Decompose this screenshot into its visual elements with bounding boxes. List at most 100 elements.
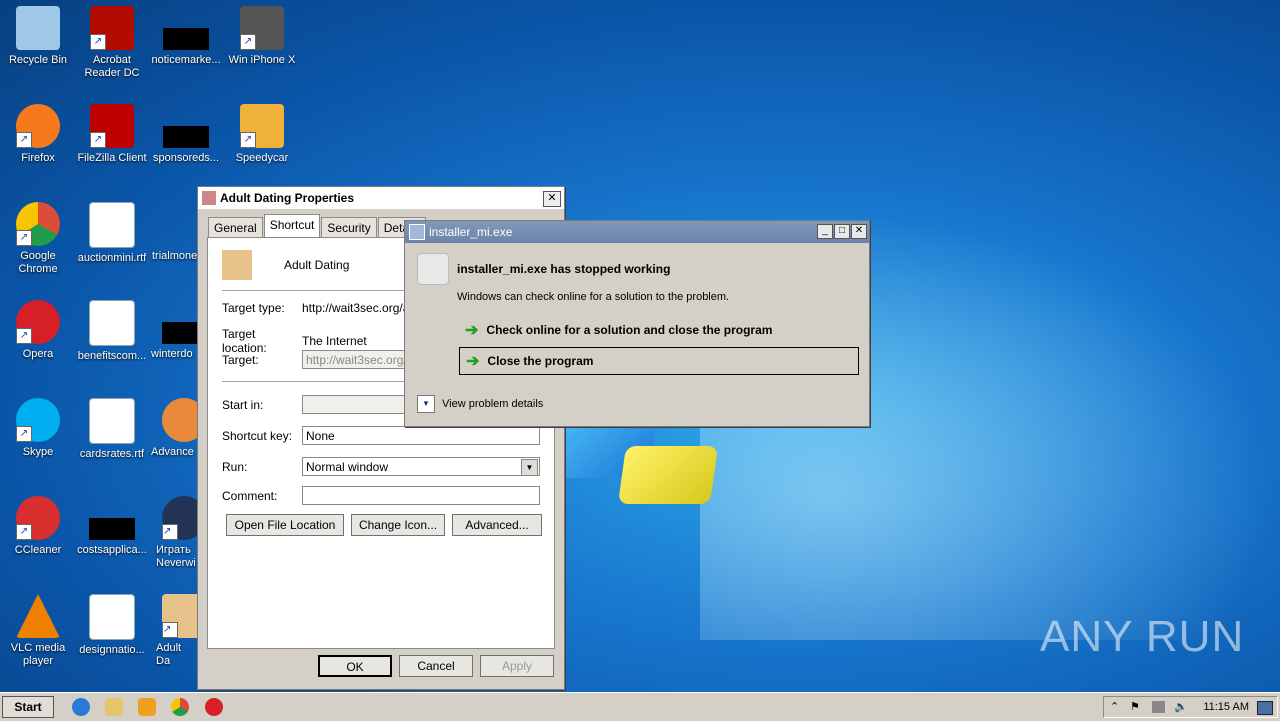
desktop-icon-cardsrates[interactable]: cardsrates.rtf [74,398,150,461]
program-stopped-dialog: installer_mi.exe _ □ ✕ installer_mi.exe … [404,220,870,427]
vlc-icon [16,594,60,638]
advanced-button[interactable]: Advanced... [452,514,542,536]
desktop-icon-costsapplica[interactable]: costsapplica... [74,496,150,557]
tab-security[interactable]: Security [321,217,377,238]
word-document-icon [89,202,135,248]
redacted-icon [163,28,209,50]
internet-explorer-icon[interactable] [72,698,90,716]
desktop-icon-win-iphone-x[interactable]: ↗ Win iPhone X [224,6,300,67]
desktop-icon-ccleaner[interactable]: ↗ CCleaner [0,496,76,557]
desktop-icon-skype[interactable]: ↗ Skype [0,398,76,459]
run-row: Run: Normal window ▼ [222,457,540,476]
desktop-icon-adult-dating[interactable]: ↗ Adult Da [148,594,198,668]
start-button[interactable]: Start [2,696,54,718]
desktop-icon-designnatio[interactable]: designnatio... [74,594,150,657]
chevron-down-icon[interactable]: ▼ [417,395,435,413]
image-file-icon [162,398,198,442]
desktop-icon-benefitscom[interactable]: benefitscom... [74,300,150,363]
show-desktop-icon[interactable] [1257,701,1273,715]
logo-yellow-pane [617,446,719,504]
clock[interactable]: 11:15 AM [1203,701,1249,713]
minimize-icon[interactable]: _ [817,224,833,239]
target-type-value: http://wait3sec.org/a [302,301,410,315]
view-problem-details[interactable]: ▼ View problem details [417,395,543,413]
cancel-button[interactable]: Cancel [399,655,473,677]
shortcut-key-row: Shortcut key: None [222,426,540,445]
firefox-icon: ↗ [16,104,60,148]
desktop-icon-firefox[interactable]: ↗ Firefox [0,104,76,165]
redacted-icon [162,322,198,344]
chrome-icon: ↗ [16,202,60,246]
shortcut-name: Adult Dating [284,258,350,272]
opera-icon: ↗ [16,300,60,344]
desktop-icon-sponsoreds[interactable]: sponsoreds... [148,104,224,165]
shortcut-icon [222,250,252,280]
desktop-icon-speedycar[interactable]: ↗ Speedycar [224,104,300,165]
apply-button[interactable]: Apply [480,655,554,677]
system-tray: ⌃ ⚑ 🔈 11:15 AM [1103,696,1278,718]
network-icon[interactable] [1152,701,1165,713]
shortcut-title-icon [202,191,216,205]
shortcut-key-field[interactable]: None [302,426,540,445]
close-icon[interactable]: ✕ [543,191,561,207]
media-player-icon[interactable] [138,698,156,716]
desktop-icon-trialmone[interactable]: trialmone [148,202,198,263]
dialog-title-bar[interactable]: Adult Dating Properties [198,187,564,210]
error-message: Windows can check online for a solution … [457,291,730,303]
error-title-bar[interactable]: installer_mi.exe [405,221,869,243]
tab-general[interactable]: General [208,217,263,238]
phone-icon: ↗ [240,6,284,50]
desktop-icon-neverwinter[interactable]: ↗ Играть Neverwi [148,496,198,570]
redacted-icon [163,126,209,148]
desktop-icon-advanced[interactable]: Advance [148,398,198,459]
green-arrow-icon: ➔ [466,353,480,370]
desktop-icon-acrobat[interactable]: ↗ Acrobat Reader DC [74,6,150,80]
skype-icon: ↗ [16,398,60,442]
adult-dating-icon: ↗ [162,594,198,638]
desktop-icon-opera[interactable]: ↗ Opera [0,300,76,361]
app-title-icon [409,224,425,240]
opera-icon[interactable] [205,698,223,716]
check-online-option[interactable]: ➔ Check online for a solution and close … [459,318,859,342]
desktop-icon-filezilla[interactable]: ↗ FileZilla Client [74,104,150,165]
comment-row: Comment: [222,486,540,505]
action-center-flag-icon[interactable]: ⚑ [1130,700,1140,713]
document-icon [151,202,195,246]
ok-button[interactable]: OK [318,655,392,677]
acrobat-icon: ↗ [90,6,134,50]
close-program-option[interactable]: ➔ Close the program [459,347,859,375]
open-file-location-button[interactable]: Open File Location [226,514,344,536]
green-arrow-icon: ➔ [465,322,479,339]
maximize-icon[interactable]: □ [834,224,850,239]
desktop-icon-chrome[interactable]: ↗ Google Chrome [0,202,76,276]
error-heading: installer_mi.exe has stopped working [457,262,671,276]
desktop-icon-winterdo[interactable]: winterdo [148,300,198,361]
comment-field[interactable] [302,486,540,505]
desktop-icon-noticemarke[interactable]: noticemarke... [148,6,224,67]
run-select[interactable]: Normal window ▼ [302,457,540,476]
chevron-down-icon[interactable]: ▼ [521,459,538,476]
taskbar: Start ⌃ ⚑ 🔈 11:15 AM [0,692,1280,721]
desktop: Recycle Bin ↗ Firefox ↗ Google Chrome ↗ … [0,0,1280,692]
anyrun-watermark: ANY RUN [1040,612,1245,661]
word-document-icon [89,398,135,444]
show-hidden-icons-icon[interactable]: ⌃ [1110,700,1119,713]
filezilla-icon: ↗ [90,104,134,148]
chrome-icon[interactable] [171,698,189,716]
error-title: installer_mi.exe [429,225,513,239]
file-explorer-icon[interactable] [105,698,123,716]
target-type-row: Target type: http://wait3sec.org/a [222,301,410,315]
desktop-icon-vlc[interactable]: VLC media player [0,594,76,668]
close-icon[interactable]: ✕ [851,224,867,239]
desktop-icon-auctionmini[interactable]: auctionmini.rtf [74,202,150,265]
change-icon-button[interactable]: Change Icon... [351,514,445,536]
dialog-title: Adult Dating Properties [220,191,355,205]
ccleaner-icon: ↗ [16,496,60,540]
desktop-icon-recycle-bin[interactable]: Recycle Bin [0,6,76,67]
game-icon: ↗ [162,496,198,540]
word-document-icon [89,594,135,640]
tab-shortcut[interactable]: Shortcut [263,214,321,239]
volume-icon[interactable]: 🔈 [1174,700,1188,713]
car-game-icon: ↗ [240,104,284,148]
title-buttons: _ □ ✕ [816,224,867,239]
